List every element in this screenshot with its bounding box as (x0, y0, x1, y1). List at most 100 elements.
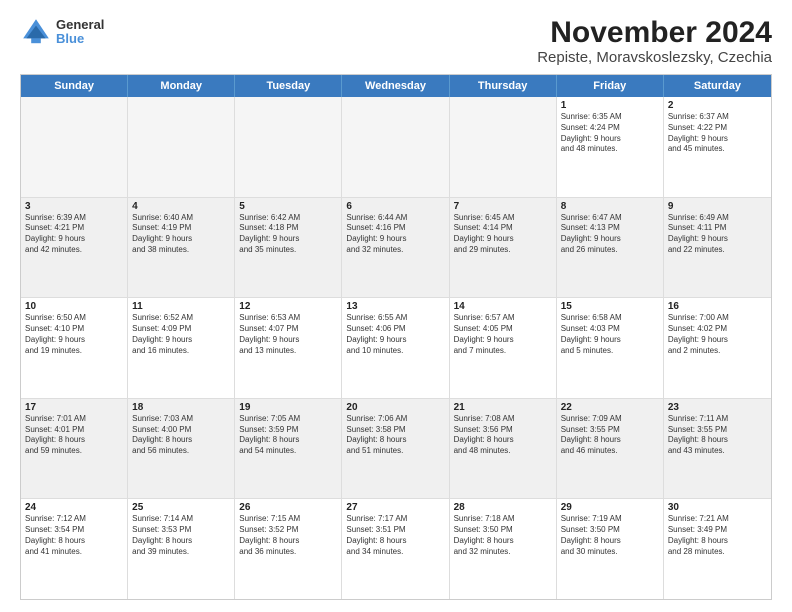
cell-info-2-0: Sunrise: 6:50 AM Sunset: 4:10 PM Dayligh… (25, 313, 123, 356)
cal-cell-0-2 (235, 97, 342, 197)
day-number-2: 2 (668, 100, 767, 111)
cal-cell-1-6: 9Sunrise: 6:49 AM Sunset: 4:11 PM Daylig… (664, 198, 771, 298)
cell-info-1-1: Sunrise: 6:40 AM Sunset: 4:19 PM Dayligh… (132, 213, 230, 256)
cal-cell-4-6: 30Sunrise: 7:21 AM Sunset: 3:49 PM Dayli… (664, 499, 771, 599)
day-number-20: 20 (346, 402, 444, 413)
cell-info-0-5: Sunrise: 6:35 AM Sunset: 4:24 PM Dayligh… (561, 112, 659, 155)
day-number-12: 12 (239, 301, 337, 312)
day-number-24: 24 (25, 502, 123, 513)
cell-info-1-2: Sunrise: 6:42 AM Sunset: 4:18 PM Dayligh… (239, 213, 337, 256)
day-number-14: 14 (454, 301, 552, 312)
header-day-tuesday: Tuesday (235, 75, 342, 97)
logo-text: General Blue (56, 18, 104, 47)
calendar-row-3: 17Sunrise: 7:01 AM Sunset: 4:01 PM Dayli… (21, 399, 771, 500)
cal-cell-2-3: 13Sunrise: 6:55 AM Sunset: 4:06 PM Dayli… (342, 298, 449, 398)
cell-info-2-4: Sunrise: 6:57 AM Sunset: 4:05 PM Dayligh… (454, 313, 552, 356)
day-number-10: 10 (25, 301, 123, 312)
cell-info-3-6: Sunrise: 7:11 AM Sunset: 3:55 PM Dayligh… (668, 414, 767, 457)
cell-info-4-5: Sunrise: 7:19 AM Sunset: 3:50 PM Dayligh… (561, 514, 659, 557)
cell-info-1-4: Sunrise: 6:45 AM Sunset: 4:14 PM Dayligh… (454, 213, 552, 256)
cell-info-0-6: Sunrise: 6:37 AM Sunset: 4:22 PM Dayligh… (668, 112, 767, 155)
cell-info-4-2: Sunrise: 7:15 AM Sunset: 3:52 PM Dayligh… (239, 514, 337, 557)
calendar-body: 1Sunrise: 6:35 AM Sunset: 4:24 PM Daylig… (21, 97, 771, 599)
cell-info-4-6: Sunrise: 7:21 AM Sunset: 3:49 PM Dayligh… (668, 514, 767, 557)
logo-blue-text: Blue (56, 32, 104, 46)
cell-info-1-0: Sunrise: 6:39 AM Sunset: 4:21 PM Dayligh… (25, 213, 123, 256)
cell-info-3-3: Sunrise: 7:06 AM Sunset: 3:58 PM Dayligh… (346, 414, 444, 457)
cell-info-4-4: Sunrise: 7:18 AM Sunset: 3:50 PM Dayligh… (454, 514, 552, 557)
day-number-4: 4 (132, 201, 230, 212)
cal-cell-1-0: 3Sunrise: 6:39 AM Sunset: 4:21 PM Daylig… (21, 198, 128, 298)
day-number-18: 18 (132, 402, 230, 413)
cal-cell-3-4: 21Sunrise: 7:08 AM Sunset: 3:56 PM Dayli… (450, 399, 557, 499)
cell-info-4-3: Sunrise: 7:17 AM Sunset: 3:51 PM Dayligh… (346, 514, 444, 557)
cal-cell-2-1: 11Sunrise: 6:52 AM Sunset: 4:09 PM Dayli… (128, 298, 235, 398)
cell-info-1-5: Sunrise: 6:47 AM Sunset: 4:13 PM Dayligh… (561, 213, 659, 256)
cal-cell-1-1: 4Sunrise: 6:40 AM Sunset: 4:19 PM Daylig… (128, 198, 235, 298)
day-number-30: 30 (668, 502, 767, 513)
calendar-subtitle: Repiste, Moravskoslezsky, Czechia (537, 49, 772, 66)
cal-cell-1-2: 5Sunrise: 6:42 AM Sunset: 4:18 PM Daylig… (235, 198, 342, 298)
cell-info-3-0: Sunrise: 7:01 AM Sunset: 4:01 PM Dayligh… (25, 414, 123, 457)
cal-cell-4-3: 27Sunrise: 7:17 AM Sunset: 3:51 PM Dayli… (342, 499, 449, 599)
cell-info-4-1: Sunrise: 7:14 AM Sunset: 3:53 PM Dayligh… (132, 514, 230, 557)
calendar-row-1: 3Sunrise: 6:39 AM Sunset: 4:21 PM Daylig… (21, 198, 771, 299)
header-day-sunday: Sunday (21, 75, 128, 97)
calendar-row-0: 1Sunrise: 6:35 AM Sunset: 4:24 PM Daylig… (21, 97, 771, 198)
cal-cell-3-6: 23Sunrise: 7:11 AM Sunset: 3:55 PM Dayli… (664, 399, 771, 499)
cell-info-4-0: Sunrise: 7:12 AM Sunset: 3:54 PM Dayligh… (25, 514, 123, 557)
header-day-friday: Friday (557, 75, 664, 97)
day-number-28: 28 (454, 502, 552, 513)
cal-cell-0-5: 1Sunrise: 6:35 AM Sunset: 4:24 PM Daylig… (557, 97, 664, 197)
cal-cell-4-5: 29Sunrise: 7:19 AM Sunset: 3:50 PM Dayli… (557, 499, 664, 599)
calendar: SundayMondayTuesdayWednesdayThursdayFrid… (20, 74, 772, 600)
day-number-1: 1 (561, 100, 659, 111)
calendar-row-4: 24Sunrise: 7:12 AM Sunset: 3:54 PM Dayli… (21, 499, 771, 599)
day-number-13: 13 (346, 301, 444, 312)
page: General Blue November 2024 Repiste, Mora… (0, 0, 792, 612)
cal-cell-2-2: 12Sunrise: 6:53 AM Sunset: 4:07 PM Dayli… (235, 298, 342, 398)
cal-cell-1-3: 6Sunrise: 6:44 AM Sunset: 4:16 PM Daylig… (342, 198, 449, 298)
header: General Blue November 2024 Repiste, Mora… (20, 16, 772, 66)
calendar-row-2: 10Sunrise: 6:50 AM Sunset: 4:10 PM Dayli… (21, 298, 771, 399)
header-day-wednesday: Wednesday (342, 75, 449, 97)
header-day-monday: Monday (128, 75, 235, 97)
cell-info-1-3: Sunrise: 6:44 AM Sunset: 4:16 PM Dayligh… (346, 213, 444, 256)
cal-cell-2-6: 16Sunrise: 7:00 AM Sunset: 4:02 PM Dayli… (664, 298, 771, 398)
day-number-19: 19 (239, 402, 337, 413)
cal-cell-0-6: 2Sunrise: 6:37 AM Sunset: 4:22 PM Daylig… (664, 97, 771, 197)
cal-cell-3-2: 19Sunrise: 7:05 AM Sunset: 3:59 PM Dayli… (235, 399, 342, 499)
cal-cell-2-0: 10Sunrise: 6:50 AM Sunset: 4:10 PM Dayli… (21, 298, 128, 398)
cell-info-3-5: Sunrise: 7:09 AM Sunset: 3:55 PM Dayligh… (561, 414, 659, 457)
cal-cell-4-4: 28Sunrise: 7:18 AM Sunset: 3:50 PM Dayli… (450, 499, 557, 599)
cell-info-2-1: Sunrise: 6:52 AM Sunset: 4:09 PM Dayligh… (132, 313, 230, 356)
cal-cell-0-4 (450, 97, 557, 197)
day-number-21: 21 (454, 402, 552, 413)
cell-info-2-5: Sunrise: 6:58 AM Sunset: 4:03 PM Dayligh… (561, 313, 659, 356)
cal-cell-3-3: 20Sunrise: 7:06 AM Sunset: 3:58 PM Dayli… (342, 399, 449, 499)
day-number-17: 17 (25, 402, 123, 413)
header-day-thursday: Thursday (450, 75, 557, 97)
cell-info-2-6: Sunrise: 7:00 AM Sunset: 4:02 PM Dayligh… (668, 313, 767, 356)
day-number-3: 3 (25, 201, 123, 212)
cal-cell-1-5: 8Sunrise: 6:47 AM Sunset: 4:13 PM Daylig… (557, 198, 664, 298)
day-number-26: 26 (239, 502, 337, 513)
day-number-15: 15 (561, 301, 659, 312)
day-number-29: 29 (561, 502, 659, 513)
cell-info-2-2: Sunrise: 6:53 AM Sunset: 4:07 PM Dayligh… (239, 313, 337, 356)
logo-icon (20, 16, 52, 48)
day-number-23: 23 (668, 402, 767, 413)
cal-cell-3-1: 18Sunrise: 7:03 AM Sunset: 4:00 PM Dayli… (128, 399, 235, 499)
day-number-5: 5 (239, 201, 337, 212)
day-number-9: 9 (668, 201, 767, 212)
cell-info-1-6: Sunrise: 6:49 AM Sunset: 4:11 PM Dayligh… (668, 213, 767, 256)
day-number-16: 16 (668, 301, 767, 312)
day-number-22: 22 (561, 402, 659, 413)
day-number-25: 25 (132, 502, 230, 513)
cell-info-2-3: Sunrise: 6:55 AM Sunset: 4:06 PM Dayligh… (346, 313, 444, 356)
day-number-27: 27 (346, 502, 444, 513)
cal-cell-2-4: 14Sunrise: 6:57 AM Sunset: 4:05 PM Dayli… (450, 298, 557, 398)
cal-cell-4-1: 25Sunrise: 7:14 AM Sunset: 3:53 PM Dayli… (128, 499, 235, 599)
cal-cell-2-5: 15Sunrise: 6:58 AM Sunset: 4:03 PM Dayli… (557, 298, 664, 398)
logo-general-text: General (56, 18, 104, 32)
